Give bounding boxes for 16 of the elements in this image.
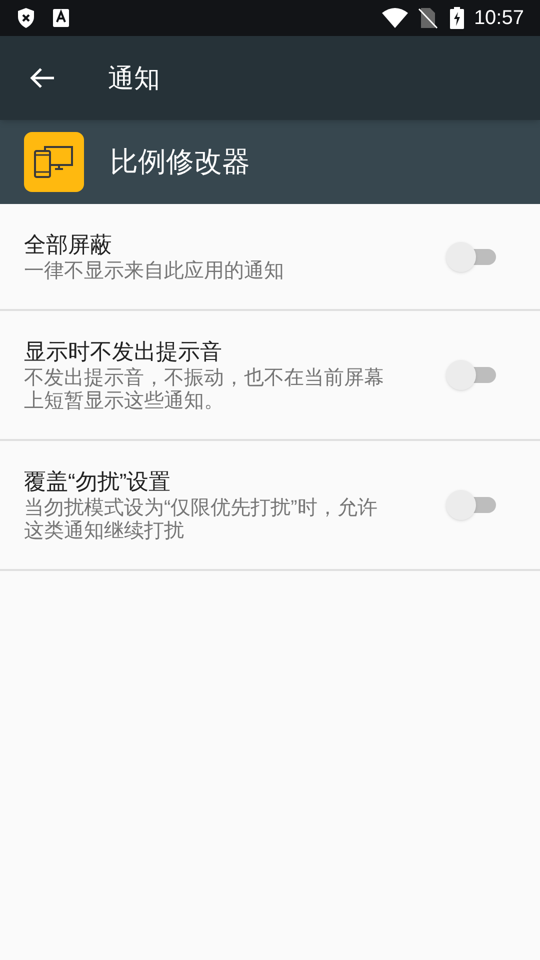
toolbar-title: 通知 (108, 62, 160, 94)
battery-charging-icon (450, 7, 464, 29)
no-sim-icon (418, 7, 438, 29)
wifi-icon (382, 8, 408, 28)
setting-title: 显示时不发出提示音 (24, 338, 223, 366)
shield-icon (16, 7, 36, 29)
keyboard-icon (53, 9, 69, 27)
app-name: 比例修改器 (110, 145, 250, 179)
setting-title: 覆盖“勿扰”设置 (24, 468, 172, 496)
app-icon (24, 132, 84, 192)
setting-title: 全部屏蔽 (24, 231, 113, 259)
back-arrow-icon (29, 67, 55, 89)
setting-summary: 不发出提示音，不振动，也不在当前屏幕上短暂显示这些通知。 (24, 367, 385, 413)
setting-summary: 当勿扰模式设为“仅限优先打扰”时，允许这类通知继续打扰 (24, 497, 378, 543)
clock-time: 10:57 (474, 6, 524, 31)
setting-summary: 一律不显示来自此应用的通知 (24, 260, 285, 283)
